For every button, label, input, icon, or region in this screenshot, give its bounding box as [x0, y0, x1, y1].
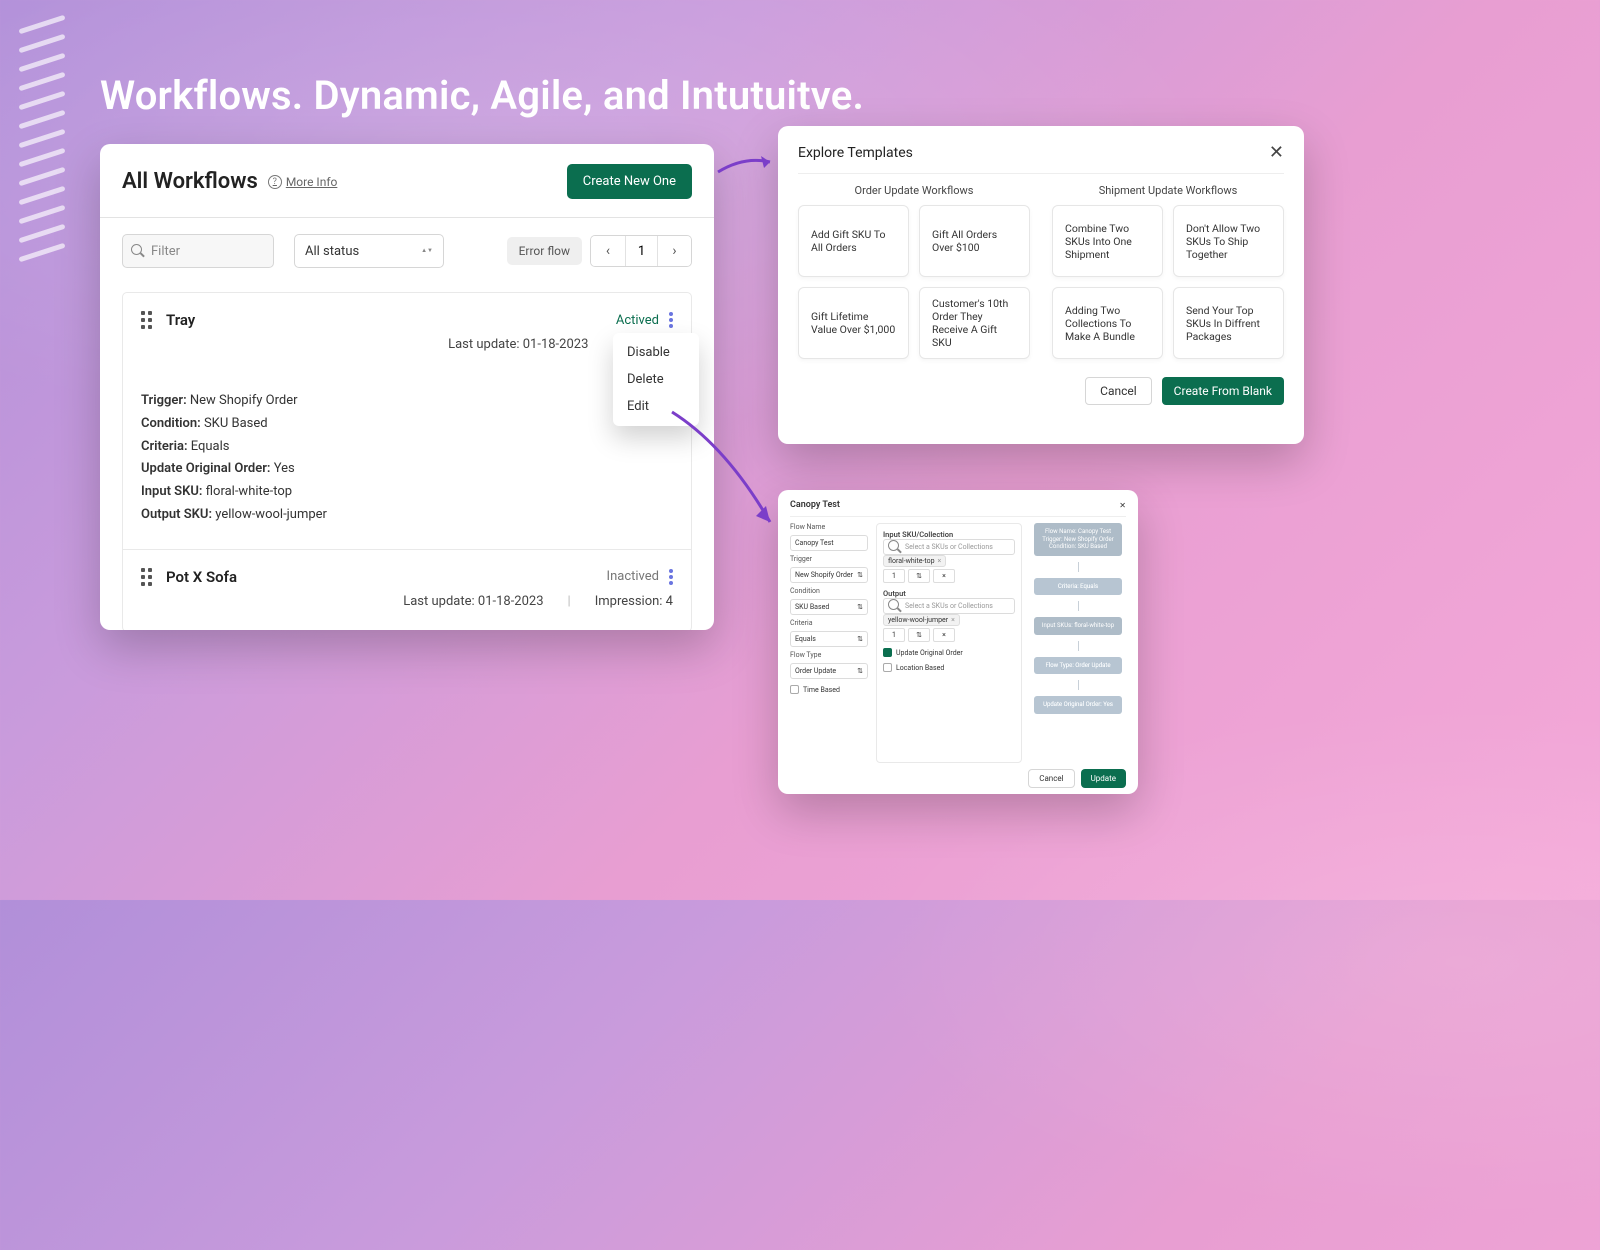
sku-chip[interactable]: floral-white-top×: [883, 555, 946, 567]
flow-name-input[interactable]: Canopy Test: [790, 535, 868, 551]
create-from-blank-button[interactable]: Create From Blank: [1162, 377, 1284, 405]
last-update: Last update: 01-18-2023: [448, 337, 588, 352]
templates-col-head: Order Update Workflows: [798, 184, 1030, 197]
flow-diagram: Flow Name: Canopy Test Trigger: New Shop…: [1030, 523, 1126, 763]
templates-col-head: Shipment Update Workflows: [1052, 184, 1284, 197]
pager-prev-button[interactable]: ‹: [591, 236, 625, 266]
more-info-link[interactable]: ? More Info: [268, 175, 338, 189]
flow-editor-modal: Canopy Test ✕ Flow Name Canopy Test Trig…: [778, 490, 1138, 794]
template-card[interactable]: Customer's 10th Order They Receive A Gif…: [919, 287, 1030, 359]
cancel-button[interactable]: Cancel: [1085, 377, 1152, 405]
qty-stepper[interactable]: ⇅: [908, 628, 930, 642]
status-select[interactable]: All status ▲▼: [294, 234, 444, 268]
output-sku-search[interactable]: Select a SKUs or Collections: [883, 598, 1015, 614]
workflow-row: Tray Actived Last update: 01-18-2023 | I…: [123, 293, 691, 549]
editor-center: Input SKU/Collection Select a SKUs or Co…: [876, 523, 1022, 763]
explore-templates-modal: Explore Templates ✕ Order Update Workflo…: [778, 126, 1304, 444]
template-card[interactable]: Add Gift SKU To All Orders: [798, 205, 909, 277]
arrow-icon: [714, 150, 784, 182]
update-original-checkbox[interactable]: Update Original Order: [883, 648, 1015, 657]
decorative-stripes: [18, 22, 66, 255]
close-icon[interactable]: ✕: [1269, 142, 1284, 163]
sku-chip[interactable]: yellow-wool-jumper×: [883, 614, 960, 626]
flow-node: Criteria: Equals: [1034, 578, 1122, 596]
chip-remove-icon[interactable]: ×: [938, 557, 942, 565]
output-head: Output: [883, 589, 1015, 598]
input-sku-search[interactable]: Select a SKUs or Collections: [883, 539, 1015, 555]
condition-select[interactable]: SKU Based⇅: [790, 599, 868, 615]
updown-icon: ▲▼: [421, 249, 433, 254]
error-flow-button[interactable]: Error flow: [507, 237, 582, 265]
qty-remove-icon[interactable]: ×: [933, 628, 955, 642]
search-icon: [888, 540, 902, 554]
flow-node: Flow Type: Order Update: [1034, 657, 1122, 675]
pager-page: 1: [625, 236, 657, 266]
panel-title: All Workflows: [122, 169, 258, 194]
modal-title: Explore Templates: [798, 145, 913, 161]
workflow-name: Tray: [166, 311, 195, 329]
flow-node: Update Original Order: Yes: [1034, 696, 1122, 714]
row-menu-button[interactable]: [669, 312, 673, 328]
qty-value[interactable]: 1: [883, 628, 905, 642]
time-based-checkbox[interactable]: Time Based: [790, 685, 868, 694]
headline: Workflows. Dynamic, Agile, and Intutuitv…: [100, 72, 864, 119]
update-button[interactable]: Update: [1081, 769, 1126, 788]
qty-stepper[interactable]: ⇅: [908, 569, 930, 583]
create-new-button[interactable]: Create New One: [567, 164, 692, 199]
flow-node: Flow Name: Canopy Test Trigger: New Shop…: [1034, 523, 1122, 556]
search-icon: [131, 244, 145, 258]
workflow-name: Pot X Sofa: [166, 568, 237, 586]
qty-remove-icon[interactable]: ×: [933, 569, 955, 583]
template-card[interactable]: Combine Two SKUs Into One Shipment: [1052, 205, 1163, 277]
question-icon: ?: [268, 175, 282, 189]
template-card[interactable]: Don't Allow Two SKUs To Ship Together: [1173, 205, 1284, 277]
workflows-panel: All Workflows ? More Info Create New One…: [100, 144, 714, 630]
location-based-checkbox[interactable]: Location Based: [883, 663, 1015, 672]
row-menu-button[interactable]: [669, 569, 673, 585]
drag-handle-icon[interactable]: [141, 311, 152, 329]
arrow-icon: [666, 406, 786, 536]
menu-item-disable[interactable]: Disable: [613, 339, 699, 366]
input-sku-head: Input SKU/Collection: [883, 530, 1015, 539]
editor-title: Canopy Test: [790, 500, 840, 510]
search-icon: [888, 599, 902, 613]
last-update: Last update: 01-18-2023: [403, 594, 543, 609]
filter-input[interactable]: Filter: [122, 234, 274, 268]
template-card[interactable]: Gift Lifetime Value Over $1,000: [798, 287, 909, 359]
impression-count: Impression: 4: [595, 594, 673, 609]
workflow-status: Actived: [616, 313, 659, 328]
criteria-select[interactable]: Equals⇅: [790, 631, 868, 647]
template-card[interactable]: Adding Two Collections To Make A Bundle: [1052, 287, 1163, 359]
editor-sidebar: Flow Name Canopy Test Trigger New Shopif…: [790, 523, 868, 763]
pager: ‹ 1 ›: [590, 235, 692, 267]
pager-next-button[interactable]: ›: [657, 236, 691, 266]
trigger-select[interactable]: New Shopify Order⇅: [790, 567, 868, 583]
template-card[interactable]: Gift All Orders Over $100: [919, 205, 1030, 277]
menu-item-delete[interactable]: Delete: [613, 366, 699, 393]
cancel-button[interactable]: Cancel: [1028, 769, 1074, 788]
flow-node: Input SKUs: floral-white-top: [1034, 617, 1122, 635]
workflow-details: Trigger: New Shopify Order Condition: SK…: [141, 390, 673, 527]
template-card[interactable]: Send Your Top SKUs In Diffrent Packages: [1173, 287, 1284, 359]
workflow-status: Inactived: [607, 569, 659, 584]
chip-remove-icon[interactable]: ×: [951, 616, 955, 624]
flowtype-select[interactable]: Order Update⇅: [790, 663, 868, 679]
qty-value[interactable]: 1: [883, 569, 905, 583]
drag-handle-icon[interactable]: [141, 568, 152, 586]
close-icon[interactable]: ✕: [1119, 501, 1126, 510]
workflow-row: Pot X Sofa Inactived Last update: 01-18-…: [123, 549, 691, 631]
